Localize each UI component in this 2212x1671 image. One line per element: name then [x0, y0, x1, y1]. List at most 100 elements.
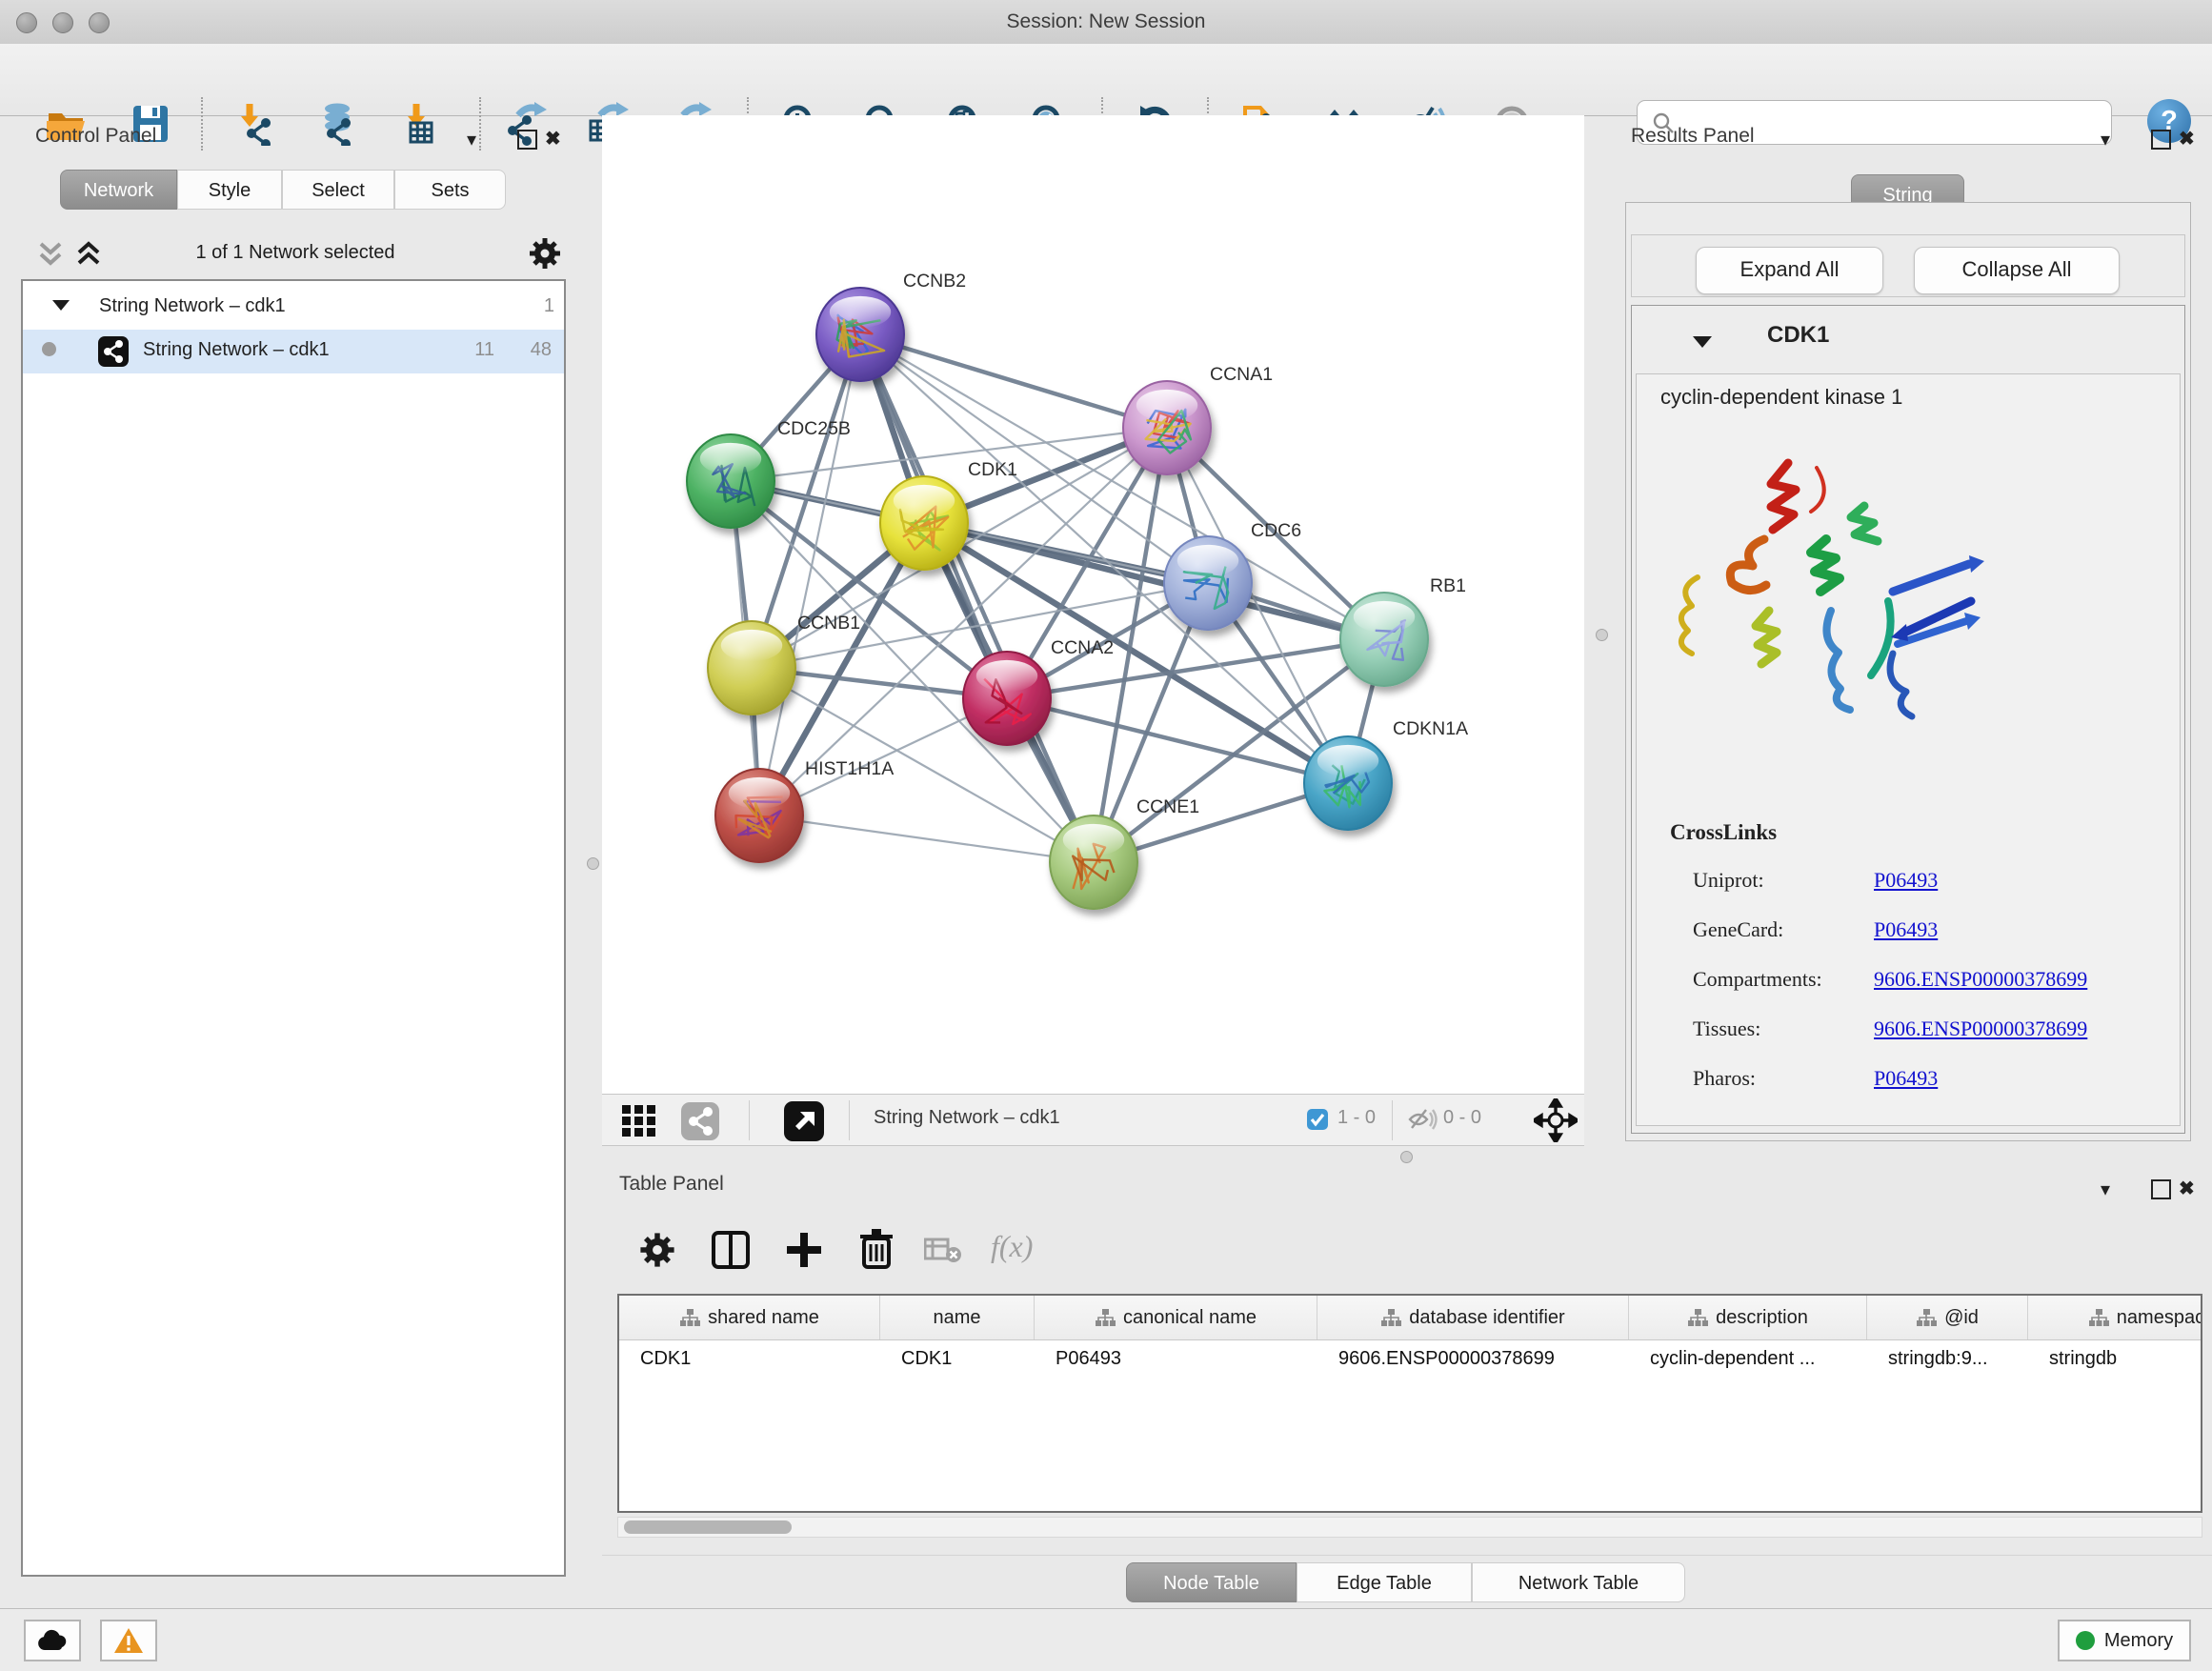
- network-canvas[interactable]: CCNB2CCNA1CDC25BCDK1CDC6RB1CCNB1CCNA2CDK…: [602, 115, 1584, 1094]
- show-columns-icon[interactable]: [710, 1229, 752, 1271]
- cloud-status-button[interactable]: [24, 1620, 81, 1661]
- results-panel-float-icon[interactable]: [2151, 130, 2171, 150]
- control-panel-close-icon[interactable]: ✖: [545, 130, 561, 149]
- table-panel-close-icon[interactable]: ✖: [2179, 1179, 2195, 1198]
- fit-content-crosshair-icon[interactable]: [1534, 1098, 1578, 1142]
- network-node-CDK1[interactable]: CDK1: [880, 459, 1017, 570]
- network-collection-row[interactable]: String Network – cdk1 1: [23, 288, 564, 330]
- column-header-label: namespace: [2117, 1307, 2202, 1329]
- collection-expand-icon[interactable]: [51, 298, 70, 312]
- results-panel-close-icon[interactable]: ✖: [2179, 130, 2195, 149]
- table-cell[interactable]: CDK1: [619, 1339, 880, 1378]
- network-edge[interactable]: [860, 334, 1094, 862]
- node-gloss: [1177, 545, 1238, 576]
- delete-column-trash-icon[interactable]: [855, 1227, 897, 1271]
- memory-button[interactable]: Memory: [2058, 1620, 2191, 1661]
- tab-network-table[interactable]: Network Table: [1472, 1562, 1685, 1602]
- table-cell[interactable]: cyclin-dependent ...: [1629, 1339, 1867, 1378]
- grid-view-icon[interactable]: [620, 1101, 662, 1139]
- control-panel-menu-icon[interactable]: ▾: [467, 131, 476, 150]
- results-panel-menu-icon[interactable]: ▾: [2101, 131, 2110, 150]
- control-panel-float-icon[interactable]: [517, 130, 537, 150]
- birds-eye-view-icon[interactable]: [783, 1100, 825, 1142]
- selected-checkbox-icon[interactable]: [1306, 1108, 1329, 1131]
- network-selection-status: 1 of 1 Network selected: [114, 242, 476, 264]
- collapse-all-button[interactable]: Collapse All: [1914, 247, 2120, 294]
- crosslink-link[interactable]: P06493: [1874, 917, 1938, 942]
- network-edge[interactable]: [860, 334, 1167, 428]
- left-splitter-handle[interactable]: [587, 857, 599, 870]
- column-header-label: name: [933, 1307, 980, 1329]
- import-network-database-button[interactable]: [313, 99, 363, 149]
- crosslink-label: Uniprot:: [1693, 868, 1764, 892]
- tab-network[interactable]: Network: [60, 170, 177, 210]
- column-header-database-identifier[interactable]: database identifier: [1317, 1296, 1629, 1339]
- node-table[interactable]: shared name name canonical namedatabase id…: [617, 1294, 2202, 1513]
- collection-label: String Network – cdk1: [99, 295, 286, 317]
- column-type-icon: [1916, 1308, 1937, 1327]
- expand-all-button[interactable]: Expand All: [1696, 247, 1883, 294]
- network-node-HIST1H1A[interactable]: HIST1H1A: [715, 758, 894, 862]
- table-panel-float-icon[interactable]: [2151, 1179, 2171, 1199]
- table-cell[interactable]: CDK1: [880, 1339, 1035, 1378]
- table-horizontal-scrollbar[interactable]: [617, 1517, 2202, 1538]
- import-network-icon: [236, 102, 280, 146]
- column-header-canonical-name[interactable]: canonical name: [1035, 1296, 1317, 1339]
- network-edge[interactable]: [759, 334, 860, 815]
- network-node-CCNA1[interactable]: CCNA1: [1123, 364, 1273, 474]
- node-label: CCNA2: [1051, 637, 1114, 658]
- network-node-CCNB1[interactable]: CCNB1: [708, 613, 860, 715]
- expand-all-networks-icon[interactable]: [72, 240, 105, 271]
- import-table-icon: [401, 102, 445, 146]
- warnings-button[interactable]: [100, 1620, 157, 1661]
- column-header-description[interactable]: description: [1629, 1296, 1867, 1339]
- tab-edge-table[interactable]: Edge Table: [1297, 1562, 1472, 1602]
- tab-style[interactable]: Style: [177, 170, 282, 210]
- table-row[interactable]: CDK1CDK1P064939606.ENSP00000378699cyclin…: [619, 1339, 2202, 1378]
- node-label: RB1: [1430, 575, 1466, 596]
- protein-structure-image: [1674, 449, 1984, 725]
- column-type-icon: [679, 1308, 700, 1327]
- collapse-all-networks-icon[interactable]: [34, 240, 67, 271]
- network-node-CCNB2[interactable]: CCNB2: [816, 271, 966, 381]
- window-title: Session: New Session: [0, 0, 2212, 44]
- scrollbar-thumb[interactable]: [624, 1520, 792, 1534]
- import-table-button[interactable]: [398, 99, 448, 149]
- add-column-icon[interactable]: [783, 1229, 825, 1271]
- column-header--id[interactable]: @id: [1867, 1296, 2028, 1339]
- network-edge[interactable]: [759, 815, 1094, 862]
- crosslink-link[interactable]: 9606.ENSP00000378699: [1874, 967, 2087, 992]
- network-options-gear-icon[interactable]: [526, 234, 564, 272]
- column-header-name[interactable]: name: [880, 1296, 1035, 1339]
- tab-sets[interactable]: Sets: [394, 170, 506, 210]
- import-network-file-button[interactable]: [233, 99, 283, 149]
- section-collapse-icon[interactable]: [1692, 334, 1713, 349]
- crosslink-link[interactable]: P06493: [1874, 868, 1938, 893]
- network-node-CDKN1A[interactable]: CDKN1A: [1304, 718, 1468, 830]
- horizontal-splitter-handle[interactable]: [1400, 1151, 1413, 1163]
- table-cell[interactable]: stringdb:9...: [1867, 1339, 2028, 1378]
- column-header-shared-name[interactable]: shared name: [619, 1296, 880, 1339]
- toolbar-separator: [479, 97, 481, 151]
- crosslink-link[interactable]: P06493: [1874, 1066, 1938, 1091]
- table-cell[interactable]: 9606.ENSP00000378699: [1317, 1339, 1629, 1378]
- table-settings-gear-icon[interactable]: [636, 1229, 678, 1271]
- node-gloss: [830, 296, 891, 328]
- network-node-RB1[interactable]: RB1: [1340, 575, 1466, 686]
- table-cell[interactable]: P06493: [1035, 1339, 1317, 1378]
- crosslink-link[interactable]: 9606.ENSP00000378699: [1874, 1017, 2087, 1041]
- network-edge[interactable]: [924, 523, 1384, 639]
- table-cell[interactable]: stringdb: [2028, 1339, 2202, 1378]
- network-row-selected[interactable]: String Network – cdk1 11 48: [23, 330, 564, 373]
- right-splitter-handle[interactable]: [1596, 629, 1608, 641]
- crosslink-label: Compartments:: [1693, 967, 1822, 991]
- warning-icon: [113, 1627, 144, 1654]
- table-panel-menu-icon[interactable]: ▾: [2101, 1180, 2110, 1199]
- tab-select[interactable]: Select: [282, 170, 394, 210]
- tab-node-table[interactable]: Node Table: [1126, 1562, 1297, 1602]
- cloud-icon: [36, 1629, 69, 1652]
- node-label: HIST1H1A: [805, 758, 894, 779]
- column-header-namespace[interactable]: namespace: [2028, 1296, 2202, 1339]
- network-edge-count: 48: [513, 339, 552, 361]
- network-share-view-icon[interactable]: [680, 1101, 720, 1141]
